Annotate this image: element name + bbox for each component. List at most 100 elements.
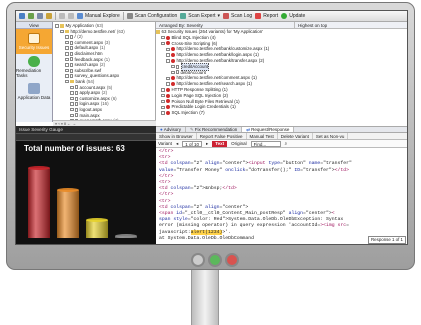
advisory-icon: ● [160, 126, 163, 132]
set-non-vulnerable-button[interactable]: Set as Non-vu [313, 133, 349, 139]
page-icon [75, 96, 78, 101]
page-icon [75, 113, 78, 118]
open-icon[interactable] [28, 13, 34, 19]
search-icon[interactable]: ⌕ [285, 141, 288, 146]
delete-variant-button[interactable]: Delete Variant [278, 133, 313, 139]
log-icon [223, 13, 230, 19]
remediation-icon [28, 55, 40, 67]
expand-toggle-icon[interactable] [70, 85, 74, 90]
manual-explore-button[interactable]: Manual Explore [77, 13, 120, 19]
view-header: View [16, 22, 52, 29]
high-severity-icon [171, 82, 175, 87]
pause-icon[interactable] [59, 13, 65, 19]
bar-top [115, 234, 137, 238]
save-icon[interactable] [37, 13, 43, 19]
expand-toggle-icon[interactable] [161, 111, 165, 115]
expand-toggle-icon[interactable] [55, 24, 59, 28]
high-severity-icon [171, 47, 175, 52]
expand-toggle-icon[interactable] [161, 41, 165, 46]
response-text-view[interactable]: </tr> <tr> <td colspan="2" align="center"… [156, 148, 407, 244]
arranged-by-label[interactable]: Arranged By: Severity [156, 22, 296, 28]
show-in-browser-button[interactable]: Show in Browser [156, 133, 197, 139]
explore-icon [77, 13, 83, 19]
find-input[interactable]: Find... [250, 140, 281, 147]
expand-toggle-icon[interactable] [161, 105, 165, 109]
expand-toggle-icon[interactable] [65, 74, 69, 78]
manual-test-button[interactable]: Manual Test [247, 133, 278, 139]
expand-toggle-icon[interactable] [161, 35, 165, 40]
page-icon [75, 107, 78, 112]
expand-toggle-icon[interactable] [70, 102, 74, 106]
scan-log-button[interactable]: Scan Log [223, 13, 252, 19]
scan-configuration-button[interactable]: Scan Configuration [126, 13, 177, 19]
issues-header: Arranged By: Severity Highest on top [156, 22, 407, 29]
expand-toggle-icon[interactable] [166, 59, 170, 63]
tab-fix-recommendation[interactable]: ✎ Fix Recommendation [186, 126, 243, 132]
report-button[interactable]: Report [255, 13, 278, 19]
app-window: Manual Explore Scan Configuration Scan E… [15, 10, 408, 245]
expand-toggle-icon[interactable] [70, 107, 74, 112]
main-toolbar: Manual Explore Scan Configuration Scan E… [16, 11, 407, 22]
update-icon [281, 13, 288, 19]
scan-expert-button[interactable]: Scan Expert ▾ [180, 13, 220, 19]
page-icon [75, 85, 78, 90]
expand-toggle-icon[interactable] [161, 99, 165, 104]
report-false-positive-button[interactable]: Report False Positive [197, 133, 247, 139]
tab-request-response[interactable]: ⇄ Request/Response [242, 127, 295, 132]
expand-toggle-icon[interactable] [65, 40, 69, 45]
nav-remediation-tasks[interactable]: Remediation Tasks [16, 54, 52, 79]
update-button[interactable]: Update [281, 13, 305, 19]
nav-security-issues[interactable]: Security Issues [16, 29, 52, 54]
bar-top [28, 166, 50, 170]
expand-toggle-icon[interactable] [166, 47, 170, 52]
page-icon [70, 62, 73, 67]
expand-toggle-icon[interactable] [161, 88, 165, 92]
expand-toggle-icon[interactable] [65, 52, 69, 56]
variant-position[interactable]: 1 of 10 [182, 140, 202, 147]
next-variant-button[interactable]: ▸ [206, 141, 208, 147]
prev-variant-button[interactable]: ◂ [176, 141, 178, 147]
nav-application-data[interactable]: Application Data [16, 79, 52, 104]
wrench-icon: ✎ [189, 126, 194, 132]
expand-toggle-icon[interactable] [65, 79, 69, 84]
expand-toggle-icon[interactable] [166, 82, 170, 86]
chevron-down-icon: ▾ [217, 13, 221, 19]
tab-advisory[interactable]: ● Advisory [156, 127, 186, 132]
expand-toggle-icon[interactable] [166, 53, 170, 57]
new-scan-icon[interactable] [19, 13, 25, 19]
expand-toggle-icon[interactable] [65, 68, 69, 73]
folder-icon [65, 29, 69, 34]
original-view-button[interactable]: Original [231, 141, 247, 146]
expand-toggle-icon[interactable] [65, 46, 69, 50]
page-icon [75, 90, 78, 95]
expand-toggle-icon[interactable] [161, 93, 165, 98]
expand-toggle-icon[interactable] [171, 64, 175, 69]
toolbar-separator [122, 12, 124, 20]
expand-toggle-icon[interactable] [70, 91, 74, 95]
folder-icon [70, 79, 74, 84]
expand-toggle-icon[interactable] [166, 76, 170, 81]
sort-order-label[interactable]: Highest on top [295, 22, 327, 28]
response-actions: Show in Browser Report False Positive Ma… [156, 133, 407, 140]
text-view-button[interactable]: Text [212, 140, 228, 147]
variant-label: Variant [158, 141, 172, 146]
high-severity-icon [166, 105, 170, 110]
issue-row[interactable]: SQL Injection (7) [156, 110, 407, 116]
expand-toggle-icon[interactable] [171, 70, 175, 75]
page-icon [70, 68, 73, 73]
expand-toggle-icon[interactable] [70, 113, 74, 118]
bar-top [86, 218, 108, 222]
expand-toggle-icon[interactable] [70, 96, 74, 101]
expand-toggle-icon[interactable] [65, 63, 69, 67]
expand-toggle-icon[interactable] [65, 35, 69, 39]
expand-toggle-icon[interactable] [60, 29, 64, 34]
stop-icon[interactable] [68, 13, 74, 19]
monitor-button-red [225, 253, 239, 267]
high-severity-icon [166, 99, 170, 104]
scan-icon[interactable] [46, 13, 52, 19]
expand-toggle-icon[interactable] [65, 57, 69, 62]
lock-icon [28, 33, 40, 44]
detail-tabs: ● Advisory ✎ Fix Recommendation ⇄ Request/R… [156, 126, 407, 133]
parameter-icon [176, 70, 179, 75]
folder-icon [60, 24, 64, 28]
